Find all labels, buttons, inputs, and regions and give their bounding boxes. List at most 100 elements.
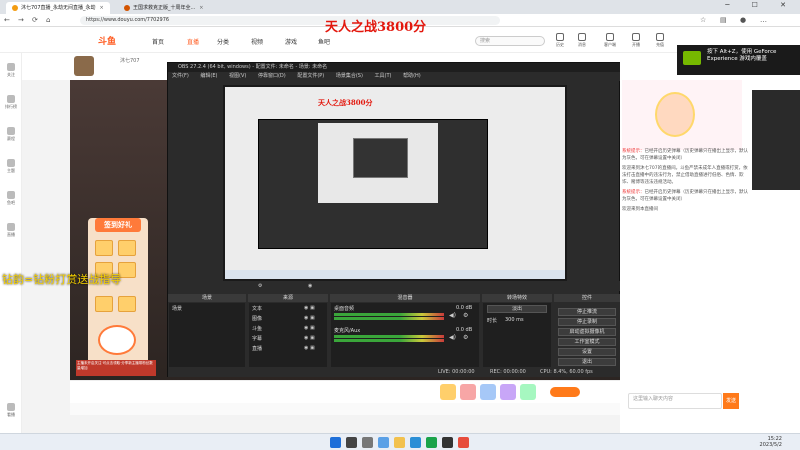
more-icon[interactable]: … <box>760 16 767 24</box>
search-icon[interactable] <box>346 437 357 448</box>
obs-status-bar: LIVE: 00:00:00 REC: 00:00:00 CPU: 8.4%, … <box>168 368 621 377</box>
clock[interactable]: 15:22 2023/5/2 <box>760 436 782 448</box>
gift-icon[interactable] <box>480 384 496 400</box>
gear-icon[interactable]: ⚙ <box>463 312 468 319</box>
start-icon[interactable] <box>330 437 341 448</box>
gift-icon[interactable] <box>460 384 476 400</box>
source-item[interactable]: 图像 <box>252 315 262 322</box>
recharge-icon[interactable]: 充值 <box>650 33 670 48</box>
gift-icon[interactable] <box>95 296 113 312</box>
menu-scene-collection[interactable]: 场景集合(S) <box>336 73 363 79</box>
nav-game[interactable]: 游戏 <box>285 37 297 46</box>
close-icon[interactable]: × <box>199 5 203 11</box>
menu-docks[interactable]: 停靠窗口(D) <box>258 73 286 79</box>
collections-icon[interactable]: ▤ <box>720 16 727 24</box>
widgets-icon[interactable] <box>378 437 389 448</box>
broadcast-icon[interactable]: 开播 <box>626 33 646 48</box>
transitions-dock-title: 转场特效 <box>482 294 552 302</box>
exit-button[interactable]: 退出 <box>558 358 616 366</box>
gift-icon[interactable] <box>118 296 136 312</box>
settings-icon[interactable]: ⚙ <box>258 283 262 289</box>
menu-tools[interactable]: 工具(T) <box>375 73 392 79</box>
favorites-icon[interactable]: ☆ <box>700 16 706 24</box>
gift-icon[interactable] <box>520 384 536 400</box>
nav-yuba[interactable]: 鱼吧 <box>318 37 330 46</box>
avatar[interactable] <box>74 56 94 76</box>
side-thumbnail[interactable] <box>752 90 800 190</box>
menu-help[interactable]: 帮助(H) <box>403 73 421 79</box>
source-item[interactable]: 字幕 <box>252 335 262 342</box>
volume-icon[interactable]: ◀) <box>449 334 456 341</box>
search-input[interactable]: 搜索 <box>475 36 545 46</box>
nav-live[interactable]: 直播 <box>187 37 199 46</box>
forward-icon[interactable]: → <box>18 16 24 24</box>
visibility-icon[interactable]: ◉ ▣ <box>304 335 315 341</box>
settings-button[interactable]: 设置 <box>558 348 616 356</box>
sidebar-item-schedule[interactable]: 赛程 <box>0 127 22 142</box>
virtual-camera-button[interactable]: 启动虚拟摄像机 <box>558 328 616 336</box>
nav-home[interactable]: 首页 <box>152 37 164 46</box>
sidebar-label: 排行榜 <box>5 104 17 109</box>
gift-icon[interactable] <box>500 384 516 400</box>
send-button[interactable]: 发送 <box>723 393 739 409</box>
menu-file[interactable]: 文件(F) <box>172 73 189 79</box>
gear-icon[interactable]: ⚙ <box>463 334 468 341</box>
source-item[interactable]: 直播 <box>252 345 262 352</box>
sidebar-item-rank[interactable]: 排行榜 <box>0 95 22 110</box>
menu-profile[interactable]: 配置文件(P) <box>297 73 324 79</box>
browser-tab[interactable]: 王国求救克正版_十周年全... × <box>118 2 218 14</box>
chat-message: 欢迎来到本直播间 <box>622 206 750 213</box>
sidebar-item-live[interactable]: 直播 <box>0 223 22 238</box>
visibility-icon[interactable]: ◉ ▣ <box>304 325 315 331</box>
nav-video[interactable]: 视频 <box>251 37 263 46</box>
sidebar-item-yuba[interactable]: 鱼吧 <box>0 191 22 206</box>
home-icon[interactable]: ⌂ <box>46 16 50 24</box>
preview-taskbar <box>225 270 565 279</box>
visibility-icon[interactable]: ◉ ▣ <box>304 305 315 311</box>
transitions-dock: 转场特效 淡出 时长 300 ms <box>482 294 552 376</box>
profile-icon[interactable]: ● <box>740 16 746 24</box>
message-icon[interactable]: 消息 <box>572 33 592 48</box>
notification-line: Experience 游戏内覆盖 <box>707 56 767 62</box>
studio-mode-button[interactable]: 工作室模式 <box>558 338 616 346</box>
client-icon[interactable]: 客户端 <box>600 33 620 48</box>
transition-select[interactable]: 淡出 <box>487 305 547 313</box>
source-item[interactable]: 文本 <box>252 305 262 312</box>
app-icon[interactable] <box>458 437 469 448</box>
sidebar-item-follow[interactable]: 关注 <box>0 63 22 78</box>
site-logo[interactable]: 斗鱼 <box>98 34 116 47</box>
nav-category[interactable]: 分类 <box>217 37 229 46</box>
url-field[interactable]: https://www.douyu.com/7702976 <box>80 16 500 25</box>
stop-streaming-button[interactable]: 停止推流 <box>558 308 616 316</box>
chat-system-label: 系统提示： <box>622 149 645 154</box>
sidebar-item-watch[interactable]: 看播 <box>0 403 22 418</box>
visibility-icon[interactable]: ◉ ▣ <box>304 345 315 351</box>
visibility-icon[interactable]: ◉ ▣ <box>304 315 315 321</box>
chat-input[interactable]: 这里输入聊天内容 <box>628 393 722 409</box>
refresh-icon[interactable]: ⟳ <box>32 16 38 24</box>
menu-view[interactable]: 视图(V) <box>229 73 246 79</box>
obs-icon[interactable] <box>442 437 453 448</box>
gift-icon[interactable] <box>95 240 113 256</box>
duration-field[interactable]: 300 ms <box>505 317 524 323</box>
taskview-icon[interactable] <box>362 437 373 448</box>
gift-icon[interactable] <box>440 384 456 400</box>
chrome-icon[interactable] <box>426 437 437 448</box>
sidebar-item-theme[interactable]: 主题 <box>0 159 22 174</box>
source-icon[interactable]: ◉ <box>308 283 312 289</box>
window-controls[interactable]: ─ ☐ ✕ <box>725 1 796 9</box>
volume-icon[interactable]: ◀) <box>449 312 456 319</box>
browser-tab-active[interactable]: 沐七707直播_永劫无间直播_永劫 × <box>6 2 110 14</box>
gift-icon[interactable] <box>118 240 136 256</box>
source-item[interactable]: 斗鱼 <box>252 325 262 332</box>
stop-recording-button[interactable]: 停止录制 <box>558 318 616 326</box>
edge-icon[interactable] <box>410 437 421 448</box>
back-icon[interactable]: ← <box>4 16 10 24</box>
explorer-icon[interactable] <box>394 437 405 448</box>
menu-edit[interactable]: 编辑(E) <box>200 73 217 79</box>
history-icon[interactable]: 历史 <box>550 33 570 48</box>
checkin-button[interactable] <box>98 325 136 355</box>
scene-item[interactable]: 场景 <box>172 305 182 312</box>
close-icon[interactable]: × <box>100 5 104 11</box>
recharge-button[interactable] <box>550 387 580 397</box>
